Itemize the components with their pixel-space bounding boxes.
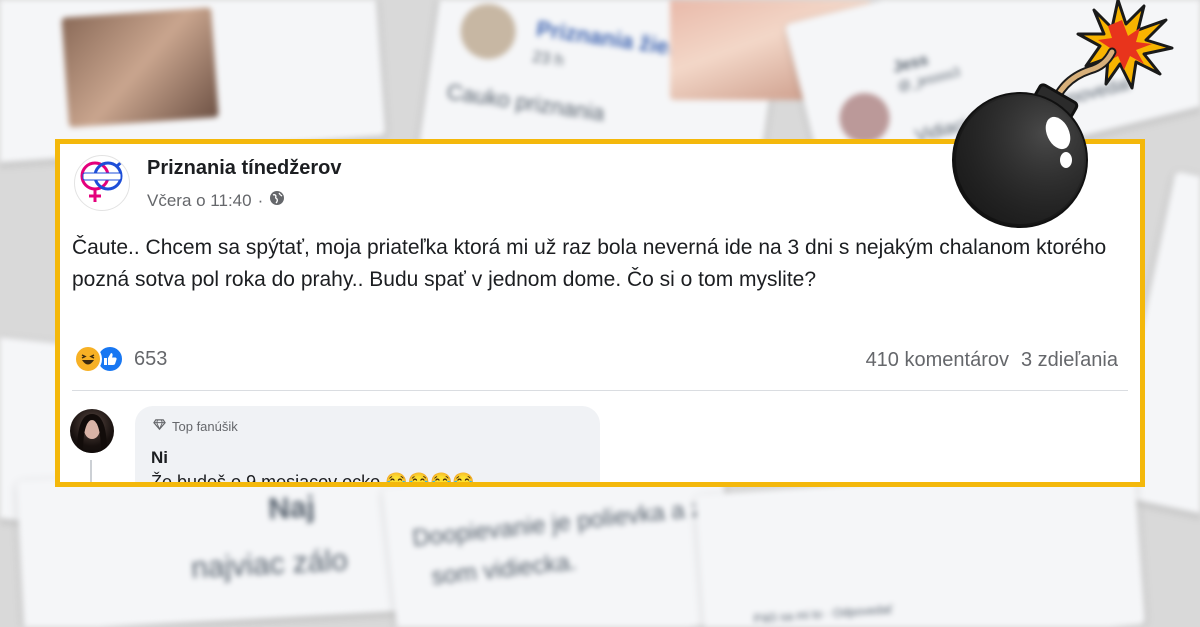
page-avatar[interactable] xyxy=(74,155,130,211)
post-stats: 410 komentárov 3 zdieľania xyxy=(866,349,1118,372)
comments-count[interactable]: 410 komentárov xyxy=(866,349,1009,372)
shares-count[interactable]: 3 zdieľania xyxy=(1021,349,1118,372)
bg-card-time: 23 h xyxy=(531,48,565,70)
comment-text: Že budeš o 9 mesiacov ocko 😂😂😂😂 xyxy=(151,472,475,487)
commenter-name[interactable]: Ni xyxy=(151,448,168,468)
bg-card-text: Naj xyxy=(267,490,316,526)
reaction-count: 653 xyxy=(134,347,168,370)
bomb-icon xyxy=(940,0,1200,230)
diamond-icon xyxy=(153,418,166,434)
comment-bubble: Top fanúšik Ni Že budeš o 9 mesiacov ock… xyxy=(135,406,600,487)
divider xyxy=(72,390,1128,391)
bg-card-text: Doopievanie je polievka a z xyxy=(411,494,705,553)
post-body: Čaute.. Chcem sa spýtať, moja priateľka … xyxy=(72,236,1107,291)
commenter-avatar[interactable] xyxy=(70,409,114,453)
bg-card-text: Cauko priznania xyxy=(445,78,607,126)
meta-separator: · xyxy=(257,190,264,210)
page-name[interactable]: Priznania tínedžerov xyxy=(147,157,342,180)
bg-avatar xyxy=(457,0,520,63)
top-fan-label: Top fanúšik xyxy=(172,418,238,434)
reactions-summary[interactable]: 653 xyxy=(74,345,167,373)
bg-card-text: Páči sa mi to · Odpovedať xyxy=(753,602,894,626)
post-meta: Včera o 11:40 · xyxy=(147,190,285,211)
bg-card-bottom-right: Páči sa mi to · Odpovedať xyxy=(694,464,1146,627)
bg-photo xyxy=(61,7,219,128)
bg-card-text: som vidiecka. xyxy=(430,548,578,591)
page-logo-icon xyxy=(80,157,126,202)
post-timestamp[interactable]: Včera o 11:40 xyxy=(147,191,252,211)
top-fan-badge: Top fanúšik xyxy=(153,418,238,434)
thread-line xyxy=(90,460,92,482)
globe-icon xyxy=(269,190,285,211)
bg-card-text: najviac zálo xyxy=(190,543,349,586)
haha-icon xyxy=(74,345,102,373)
